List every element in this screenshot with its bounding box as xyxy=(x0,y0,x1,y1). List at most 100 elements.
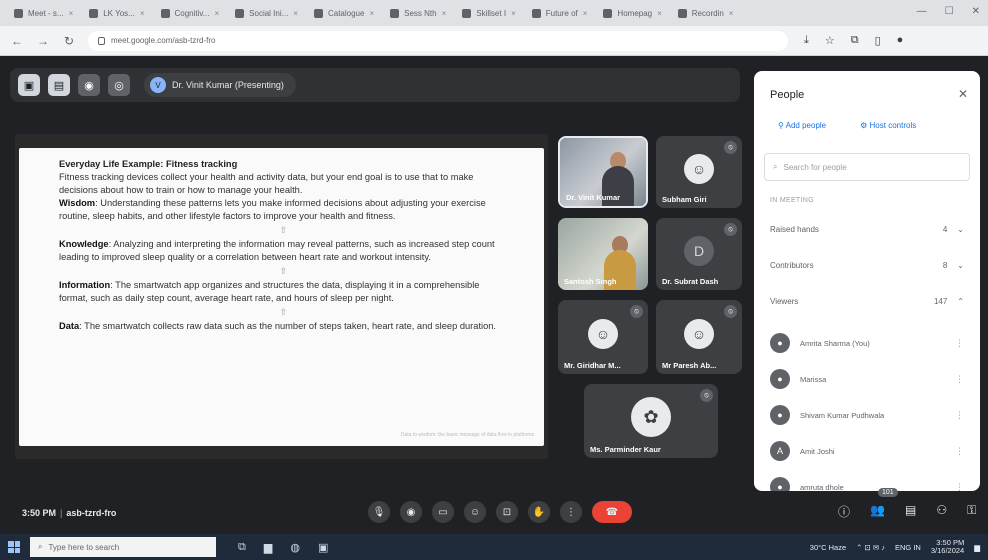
language-indicator[interactable]: ENG IN xyxy=(895,543,921,552)
presenter-avatar: V xyxy=(150,77,166,93)
list-item[interactable]: A Amit Joshi ⋮ xyxy=(764,433,970,469)
browser-tab[interactable]: Meet - s... × xyxy=(8,3,79,23)
more-options-icon[interactable]: ⋮ xyxy=(955,338,964,349)
tray-icons[interactable]: ⌃ ⊡ ✉ ♪ xyxy=(856,543,885,552)
people-icon[interactable]: 👥 xyxy=(870,503,885,520)
bookmark-star-icon[interactable]: ☆ xyxy=(825,34,835,47)
camera-icon[interactable]: ◉ xyxy=(400,501,422,523)
tab-favicon-icon xyxy=(313,8,323,18)
more-options-icon[interactable]: ⋮ xyxy=(955,410,964,421)
shared-presentation: Everyday Life Example: Fitness tracking … xyxy=(15,134,548,459)
participant-tile[interactable]: ⦸ ☺ Subham Giri xyxy=(656,136,742,208)
add-person-icon: ⚲ xyxy=(778,121,786,130)
close-icon[interactable]: ✕ xyxy=(958,87,968,101)
tab-close-icon[interactable]: × xyxy=(442,9,447,18)
back-icon[interactable]: ← xyxy=(10,34,24,48)
tab-close-icon[interactable]: × xyxy=(369,9,374,18)
window-close-icon[interactable]: ✕ xyxy=(972,6,980,17)
browser-tab[interactable]: LK Yos... × xyxy=(83,3,150,23)
taskbar-search-input[interactable]: ⌕ Type here to search xyxy=(30,537,216,557)
browser-tab[interactable]: Homepag × xyxy=(597,3,667,23)
present-screen-icon[interactable]: ◉ xyxy=(78,74,100,96)
group-raised-hands[interactable]: Raised hands 4 ⌄ xyxy=(764,215,970,243)
participant-count-badge: 101 xyxy=(878,488,898,497)
panel-actions: ⚲ Add people ⚙ Host controls xyxy=(778,121,916,130)
download-icon[interactable]: ⤓ xyxy=(804,34,809,47)
list-item[interactable]: ● Amrita Sharma (You) ⋮ xyxy=(764,325,970,361)
meeting-details: 3:50 PM | asb-tzrd-fro xyxy=(22,508,117,518)
tab-close-icon[interactable]: × xyxy=(214,9,219,18)
app-icon[interactable]: ▣ xyxy=(318,541,328,554)
participant-tile[interactable]: Santosh Singh xyxy=(558,218,648,290)
list-item[interactable]: ● Marissa ⋮ xyxy=(764,361,970,397)
browser-tab[interactable]: Social Ini... × xyxy=(229,3,304,23)
tab-close-icon[interactable]: × xyxy=(657,9,662,18)
tab-close-icon[interactable]: × xyxy=(583,9,588,18)
tab-close-icon[interactable]: × xyxy=(140,9,145,18)
browser-tab-strip: Meet - s... × LK Yos... × Cognitiv... × Soc… xyxy=(0,0,988,26)
browser-tab[interactable]: Recordin × xyxy=(672,3,740,23)
tab-close-icon[interactable]: × xyxy=(293,9,298,18)
list-item[interactable]: ● Shivam Kumar Pudhwala ⋮ xyxy=(764,397,970,433)
meet-stage: ▣ ▤ ◉ ◎ V Dr. Vinit Kumar (Presenting) E… xyxy=(0,56,988,534)
group-contributors[interactable]: Contributors 8 ⌄ xyxy=(764,251,970,279)
more-options-icon[interactable]: ⋮ xyxy=(955,374,964,385)
host-lock-icon[interactable]: ⚿ xyxy=(967,503,976,520)
file-explorer-icon[interactable]: ▆ xyxy=(264,541,272,554)
presentation-layout-icon[interactable]: ▣ xyxy=(18,74,40,96)
captions-icon[interactable]: ▭ xyxy=(432,501,454,523)
browser-tab[interactable]: Catalogue × xyxy=(308,3,380,23)
participant-tile[interactable]: ⦸ ✿ Ms. Parminder Kaur xyxy=(584,384,718,458)
participant-tile[interactable]: ⦸ D Dr. Subrat Dash xyxy=(656,218,742,290)
browser-tab[interactable]: Sess Nth × xyxy=(384,3,452,23)
forward-icon[interactable]: → xyxy=(36,34,50,48)
visibility-icon[interactable]: ◎ xyxy=(108,74,130,96)
start-icon[interactable] xyxy=(8,541,20,553)
minimize-icon[interactable]: — xyxy=(917,6,927,17)
slide-data: Data: The smartwatch collects raw data s… xyxy=(59,321,497,331)
profile-icon[interactable]: ● xyxy=(897,34,904,47)
pin-presentation-icon[interactable]: ▤ xyxy=(48,74,70,96)
raise-hand-icon[interactable]: ✋ xyxy=(528,501,550,523)
list-item[interactable]: ● amruta dhole ⋮ xyxy=(764,469,970,491)
people-search-input[interactable]: ⌕ Search for people xyxy=(764,153,970,181)
up-arrow-icon: ⇧ xyxy=(279,307,288,317)
mic-icon[interactable]: 🎙 xyxy=(368,501,390,523)
browser-tab[interactable]: Skillset I × xyxy=(456,3,521,23)
host-controls-button[interactable]: ⚙ Host controls xyxy=(860,121,916,130)
more-options-icon[interactable]: ⋮ xyxy=(560,501,582,523)
url-field[interactable]: meet.google.com/asb-tzrd-fro xyxy=(88,30,788,51)
weather-widget[interactable]: 30°C Haze xyxy=(810,543,846,552)
tab-close-icon[interactable]: × xyxy=(511,9,516,18)
mic-off-icon: ⦸ xyxy=(630,305,643,318)
clock[interactable]: 3:50 PM 3/16/2024 xyxy=(931,539,964,555)
activities-icon[interactable]: ⚇ xyxy=(936,503,947,520)
more-options-icon[interactable]: ⋮ xyxy=(955,446,964,457)
add-people-button[interactable]: ⚲ Add people xyxy=(778,121,826,130)
chevron-down-icon: ⌄ xyxy=(957,260,964,270)
info-icon[interactable]: ⓘ xyxy=(838,503,850,520)
extensions-icon[interactable]: ⧉ xyxy=(851,34,859,47)
more-options-icon[interactable]: ⋮ xyxy=(955,482,964,492)
browser-tab[interactable]: Cognitiv... × xyxy=(155,3,226,23)
notifications-icon[interactable]: ▆ xyxy=(974,543,980,552)
tab-close-icon[interactable]: × xyxy=(729,9,734,18)
participant-tile[interactable]: ⦸ ☺ Mr. Giridhar M... xyxy=(558,300,648,374)
leave-call-button[interactable]: ☎ xyxy=(592,501,632,523)
windows-taskbar: ⌕ Type here to search ⧉ ▆ ◍ ▣ 30°C Haze … xyxy=(0,534,988,560)
participant-tile[interactable]: Dr. Vinit Kumar xyxy=(558,136,648,208)
tab-close-icon[interactable]: × xyxy=(69,9,74,18)
participant-tile[interactable]: ⦸ ☺ Mr Paresh Ab... xyxy=(656,300,742,374)
chevron-up-icon: ⌃ xyxy=(957,296,964,306)
present-icon[interactable]: ⊡ xyxy=(496,501,518,523)
chrome-icon[interactable]: ◍ xyxy=(290,541,300,554)
reactions-icon[interactable]: ☺ xyxy=(464,501,486,523)
task-view-icon[interactable]: ⧉ xyxy=(238,541,246,554)
sidebar-icon[interactable]: ▯ xyxy=(875,34,881,47)
chat-icon[interactable]: ▤ xyxy=(905,503,916,520)
browser-tab[interactable]: Future of × xyxy=(526,3,594,23)
group-viewers[interactable]: Viewers 147 ⌃ xyxy=(764,287,970,315)
maximize-icon[interactable]: ☐ xyxy=(945,6,954,17)
reload-icon[interactable]: ↻ xyxy=(62,34,76,48)
search-icon: ⌕ xyxy=(773,162,778,171)
